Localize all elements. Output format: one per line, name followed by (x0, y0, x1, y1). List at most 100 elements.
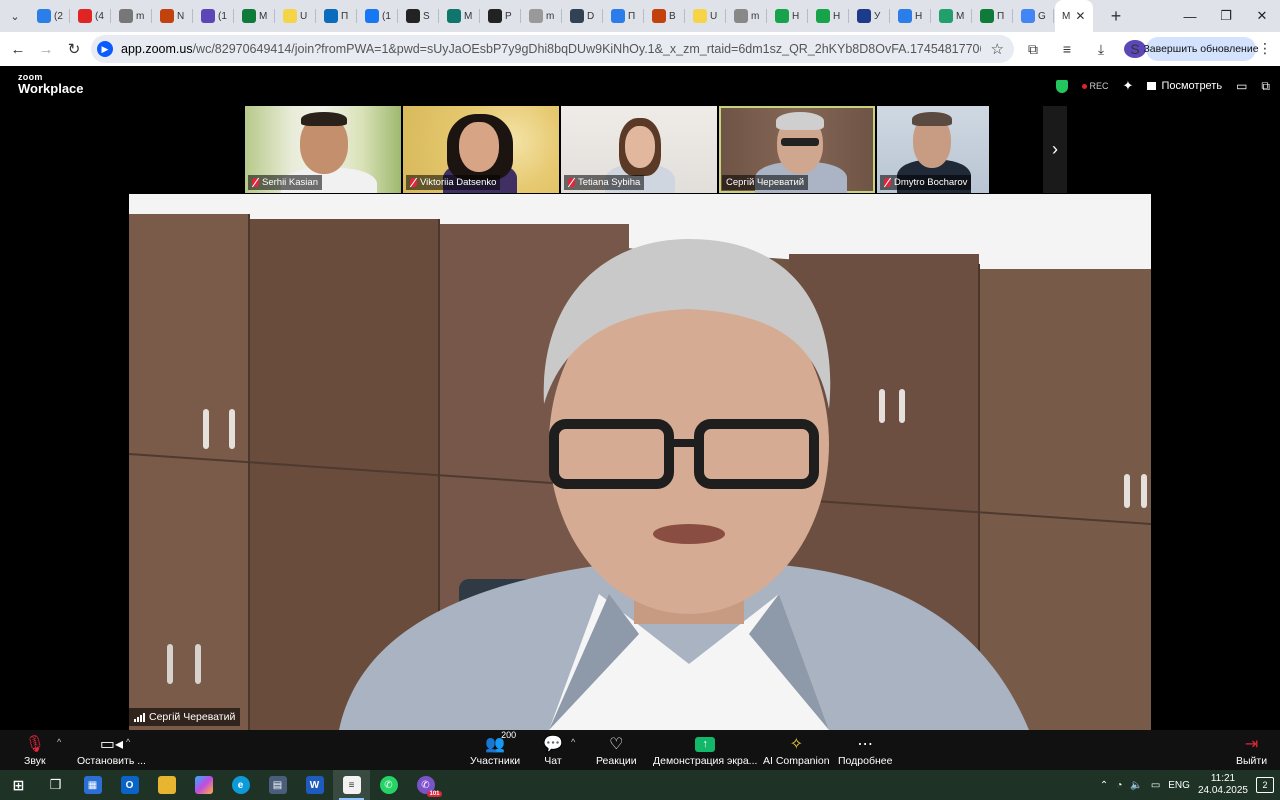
muted-mic-icon (252, 178, 259, 187)
volume-icon[interactable]: 🔈 (1130, 780, 1142, 791)
stop-video-button[interactable]: ▭◂ Остановить ... (77, 733, 146, 767)
browser-tab[interactable]: (4 (71, 0, 112, 32)
browser-tab[interactable]: m (522, 0, 563, 32)
task-view-icon[interactable]: ❒ (37, 770, 74, 800)
tray-expand-icon[interactable]: ⌃ (1100, 780, 1108, 791)
chat-options-caret-icon[interactable]: ^ (571, 737, 575, 747)
download-icon[interactable]: ⤓ (1090, 41, 1112, 58)
copilot-app-icon[interactable] (185, 770, 222, 800)
participants-icon: 👥 200 (485, 730, 517, 753)
store-app-icon[interactable]: ▦ (74, 770, 111, 800)
browser-tab[interactable]: (1 (194, 0, 235, 32)
new-tab-button[interactable]: + (1100, 0, 1132, 32)
browser-tab[interactable]: U (276, 0, 317, 32)
outlook-app-icon[interactable]: O (111, 770, 148, 800)
recording-indicator[interactable]: REC (1081, 81, 1109, 91)
minimize-icon[interactable]: — (1172, 0, 1208, 32)
browser-tab[interactable]: G (1014, 0, 1055, 32)
browser-tab[interactable]: D (563, 0, 604, 32)
browser-tab[interactable]: m (112, 0, 153, 32)
share-screen-button[interactable]: ↑ Демонстрация экра... (653, 733, 757, 767)
browser-tab[interactable]: B (645, 0, 686, 32)
browser-tab[interactable]: m (727, 0, 768, 32)
more-button[interactable]: ⋯ Подробнее (838, 733, 892, 767)
sparkle-icon[interactable]: ✦ (1123, 78, 1134, 94)
word-app-icon[interactable]: W (296, 770, 333, 800)
extensions-icon[interactable]: ⧉ (1022, 41, 1044, 58)
browser-tab[interactable]: M (932, 0, 973, 32)
encryption-shield-icon[interactable] (1055, 79, 1068, 93)
wifi-icon[interactable]: ◔ (1116, 780, 1122, 791)
network-icon[interactable]: ▭ (1151, 780, 1160, 791)
edge-browser-icon[interactable]: e (222, 770, 259, 800)
leave-button[interactable]: ⇥ Выйти (1236, 733, 1267, 767)
participant-tile[interactable]: Tetiana Sybiha (561, 106, 717, 193)
windows-taskbar: ⊞ ❒ ▦ O e ▤ W ≡ ✆ ✆ 101 ⌃ ◔ 🔈 ▭ ENG 11:21… (0, 770, 1280, 800)
browser-tab[interactable]: N (153, 0, 194, 32)
language-indicator[interactable]: ENG (1168, 780, 1190, 791)
notification-center-icon[interactable]: 2 (1256, 777, 1274, 793)
browser-tab[interactable]: M (235, 0, 276, 32)
whatsapp-app-icon[interactable]: ✆ (370, 770, 407, 800)
browser-tab[interactable]: U (686, 0, 727, 32)
tab-favicon-icon (324, 9, 338, 23)
address-bar[interactable]: ▶ app.zoom.us/wc/82970649414/join?fromPW… (91, 35, 1014, 63)
url-text: app.zoom.us/wc/82970649414/join?fromPWA=… (121, 42, 981, 56)
back-arrow-icon[interactable]: ← (4, 35, 32, 63)
view-button[interactable]: Посмотреть (1147, 80, 1222, 92)
chat-button[interactable]: 💬 Чат (543, 733, 563, 767)
tab-favicon-icon (570, 9, 584, 23)
reactions-button[interactable]: ♡ Реакции (596, 733, 637, 767)
audio-button[interactable]: 🎙 Звук (24, 733, 46, 767)
picture-in-picture-icon[interactable]: ▭ (1236, 79, 1247, 93)
calculator-app-icon[interactable]: ▤ (259, 770, 296, 800)
participant-tile-active-speaker[interactable]: Сергій Череватий (719, 106, 875, 193)
participant-tile[interactable]: Dmytro Bocharov (877, 106, 989, 193)
browser-tab[interactable]: M (440, 0, 481, 32)
forward-arrow-icon[interactable]: → (32, 35, 60, 63)
participant-tile[interactable]: Serhii Kasian (245, 106, 401, 193)
ai-companion-button[interactable]: ✧ AI Companion (763, 733, 830, 767)
browser-tab[interactable]: П (973, 0, 1014, 32)
viber-badge: 101 (427, 791, 442, 797)
viber-app-icon[interactable]: ✆ 101 (407, 770, 444, 800)
tab-search-icon[interactable]: ⌄ (0, 0, 30, 32)
tab-title: H (792, 10, 800, 22)
browser-tab[interactable]: П (604, 0, 645, 32)
browser-tab[interactable]: S (399, 0, 440, 32)
browser-tab[interactable]: П (317, 0, 358, 32)
system-clock[interactable]: 11:21 24.04.2025 (1198, 773, 1248, 797)
tab-favicon-icon (242, 9, 256, 23)
close-tab-icon[interactable]: ✕ (1075, 9, 1085, 23)
muted-mic-icon (410, 178, 417, 187)
audio-options-caret-icon[interactable]: ^ (57, 737, 61, 747)
participants-button[interactable]: 👥 200 Участники (470, 730, 520, 767)
video-options-caret-icon[interactable]: ^ (126, 737, 130, 747)
browser-tab[interactable]: (1 (358, 0, 399, 32)
browser-tab[interactable]: H (768, 0, 809, 32)
close-window-icon[interactable]: ✕ (1244, 0, 1280, 32)
bookmark-star-icon[interactable]: ☆ (991, 40, 1004, 58)
media-control-icon[interactable]: ≡ (1056, 41, 1078, 57)
video-camera-icon: ▭◂ (99, 736, 124, 753)
browser-tab[interactable]: P (481, 0, 522, 32)
browser-tab[interactable]: (2 (30, 0, 71, 32)
windows-start-icon[interactable]: ⊞ (0, 770, 37, 800)
toolbar-icons: ⧉ ≡ ⤓ S (1022, 32, 1146, 66)
participant-tile[interactable]: Viktoriia Datsenko (403, 106, 559, 193)
fullscreen-icon[interactable]: ⧉ (1261, 79, 1270, 94)
tab-title: M (464, 10, 473, 22)
tab-favicon-icon (734, 9, 748, 23)
browser-tab-active[interactable]: M ✕ (1055, 0, 1093, 32)
next-page-arrow-icon[interactable]: › (1043, 106, 1067, 193)
file-explorer-icon[interactable] (148, 770, 185, 800)
browser-menu-icon[interactable]: ⋮ (1258, 40, 1272, 57)
reload-icon[interactable]: ↻ (60, 35, 88, 63)
restore-icon[interactable]: ❐ (1208, 0, 1244, 32)
browser-tab[interactable]: H (891, 0, 932, 32)
browser-tab[interactable]: H (809, 0, 850, 32)
zoom-meeting-window: zoom Workplace REC ✦ Посмотреть ▭ ⧉ Serh… (0, 66, 1280, 770)
browser-tab[interactable]: У (850, 0, 891, 32)
finish-update-button[interactable]: Завершить обновление (1143, 37, 1259, 61)
notepad-app-icon[interactable]: ≡ (333, 770, 370, 800)
